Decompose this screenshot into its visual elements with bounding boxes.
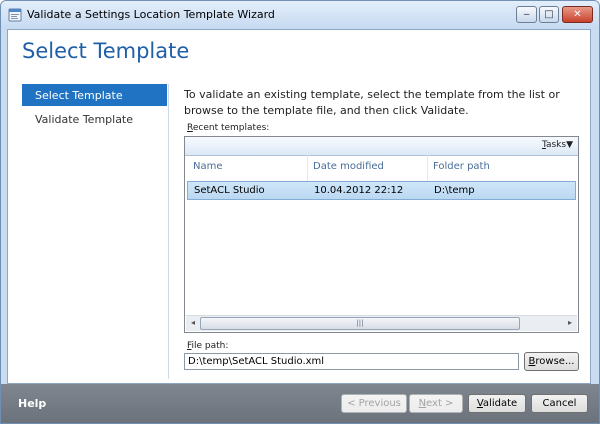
column-separator[interactable] xyxy=(307,155,308,181)
window-title: Validate a Settings Location Template Wi… xyxy=(27,8,275,21)
tasks-label-rest: asks xyxy=(545,140,567,150)
browse-button[interactable]: Browse... xyxy=(524,352,579,371)
cell-date-modified: 10.04.2012 22:12 xyxy=(314,185,404,196)
column-header-date-modified[interactable]: Date modified xyxy=(313,161,384,172)
title-bar[interactable]: Validate a Settings Location Template Wi… xyxy=(1,1,599,29)
cell-name: SetACL Studio xyxy=(194,185,265,196)
maximize-button[interactable]: □ xyxy=(539,6,559,23)
validate-label-rest: alidate xyxy=(482,398,518,409)
tasks-menu-button[interactable]: Tasks▼ xyxy=(542,140,573,150)
cell-folder-path: D:\temp xyxy=(434,185,475,196)
file-path-input[interactable] xyxy=(184,353,519,370)
instructions-text: To validate an existing template, select… xyxy=(184,88,560,117)
scroll-left-icon[interactable]: ◂ xyxy=(187,317,199,329)
scrollbar-thumb[interactable]: ||| xyxy=(200,317,520,330)
page-title: Select Template xyxy=(22,39,190,63)
column-header-folder-path[interactable]: Folder path xyxy=(433,161,490,172)
dropdown-arrow-icon: ▼ xyxy=(566,140,573,150)
maximize-icon: □ xyxy=(544,8,554,20)
wizard-footer: Help < Previous Next > Validate Cancel xyxy=(1,384,599,423)
list-toolbar: Tasks▼ xyxy=(185,137,578,156)
recent-templates-label: Recent templates: xyxy=(187,123,269,133)
step-validate-template[interactable]: Validate Template xyxy=(22,108,167,130)
minimize-icon: ‒ xyxy=(523,8,530,20)
recent-templates-list[interactable]: Tasks▼ Name Date modified Folder path Se… xyxy=(184,136,579,333)
recent-templates-label-rest: ecent templates: xyxy=(192,123,270,133)
next-button[interactable]: Next > xyxy=(409,394,463,413)
scroll-right-icon[interactable]: ▸ xyxy=(564,317,576,329)
file-path-label-rest: ile path: xyxy=(191,341,229,351)
close-icon: ✕ xyxy=(573,8,582,20)
validate-button[interactable]: Validate xyxy=(468,394,526,413)
browse-label-rest: rowse... xyxy=(535,356,575,367)
minimize-button[interactable]: ‒ xyxy=(516,6,537,23)
close-button[interactable]: ✕ xyxy=(562,6,593,23)
file-path-label: File path: xyxy=(187,341,228,351)
previous-button[interactable]: < Previous xyxy=(341,394,407,413)
table-row[interactable]: SetACL Studio 10.04.2012 22:12 D:\temp xyxy=(187,181,576,200)
wizard-icon xyxy=(8,8,22,22)
next-label-rest: ext > xyxy=(426,398,454,409)
cancel-button[interactable]: Cancel xyxy=(531,394,588,413)
column-header-name[interactable]: Name xyxy=(193,161,223,172)
horizontal-scrollbar[interactable]: ◂ ||| ▸ xyxy=(186,315,577,331)
step-select-template[interactable]: Select Template xyxy=(22,84,167,106)
column-separator[interactable] xyxy=(427,155,428,181)
wizard-window: Validate a Settings Location Template Wi… xyxy=(0,0,600,424)
next-key: N xyxy=(418,398,427,409)
wizard-steps: Select Template Validate Template xyxy=(22,84,169,379)
help-link[interactable]: Help xyxy=(18,397,46,410)
grip-icon: ||| xyxy=(356,319,364,327)
wizard-content: Select Template Select Template Validate… xyxy=(7,29,591,384)
